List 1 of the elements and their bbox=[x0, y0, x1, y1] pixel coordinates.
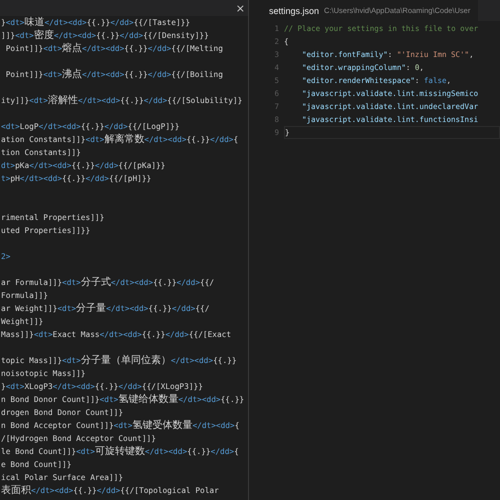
close-icon[interactable]: × bbox=[236, 2, 245, 14]
